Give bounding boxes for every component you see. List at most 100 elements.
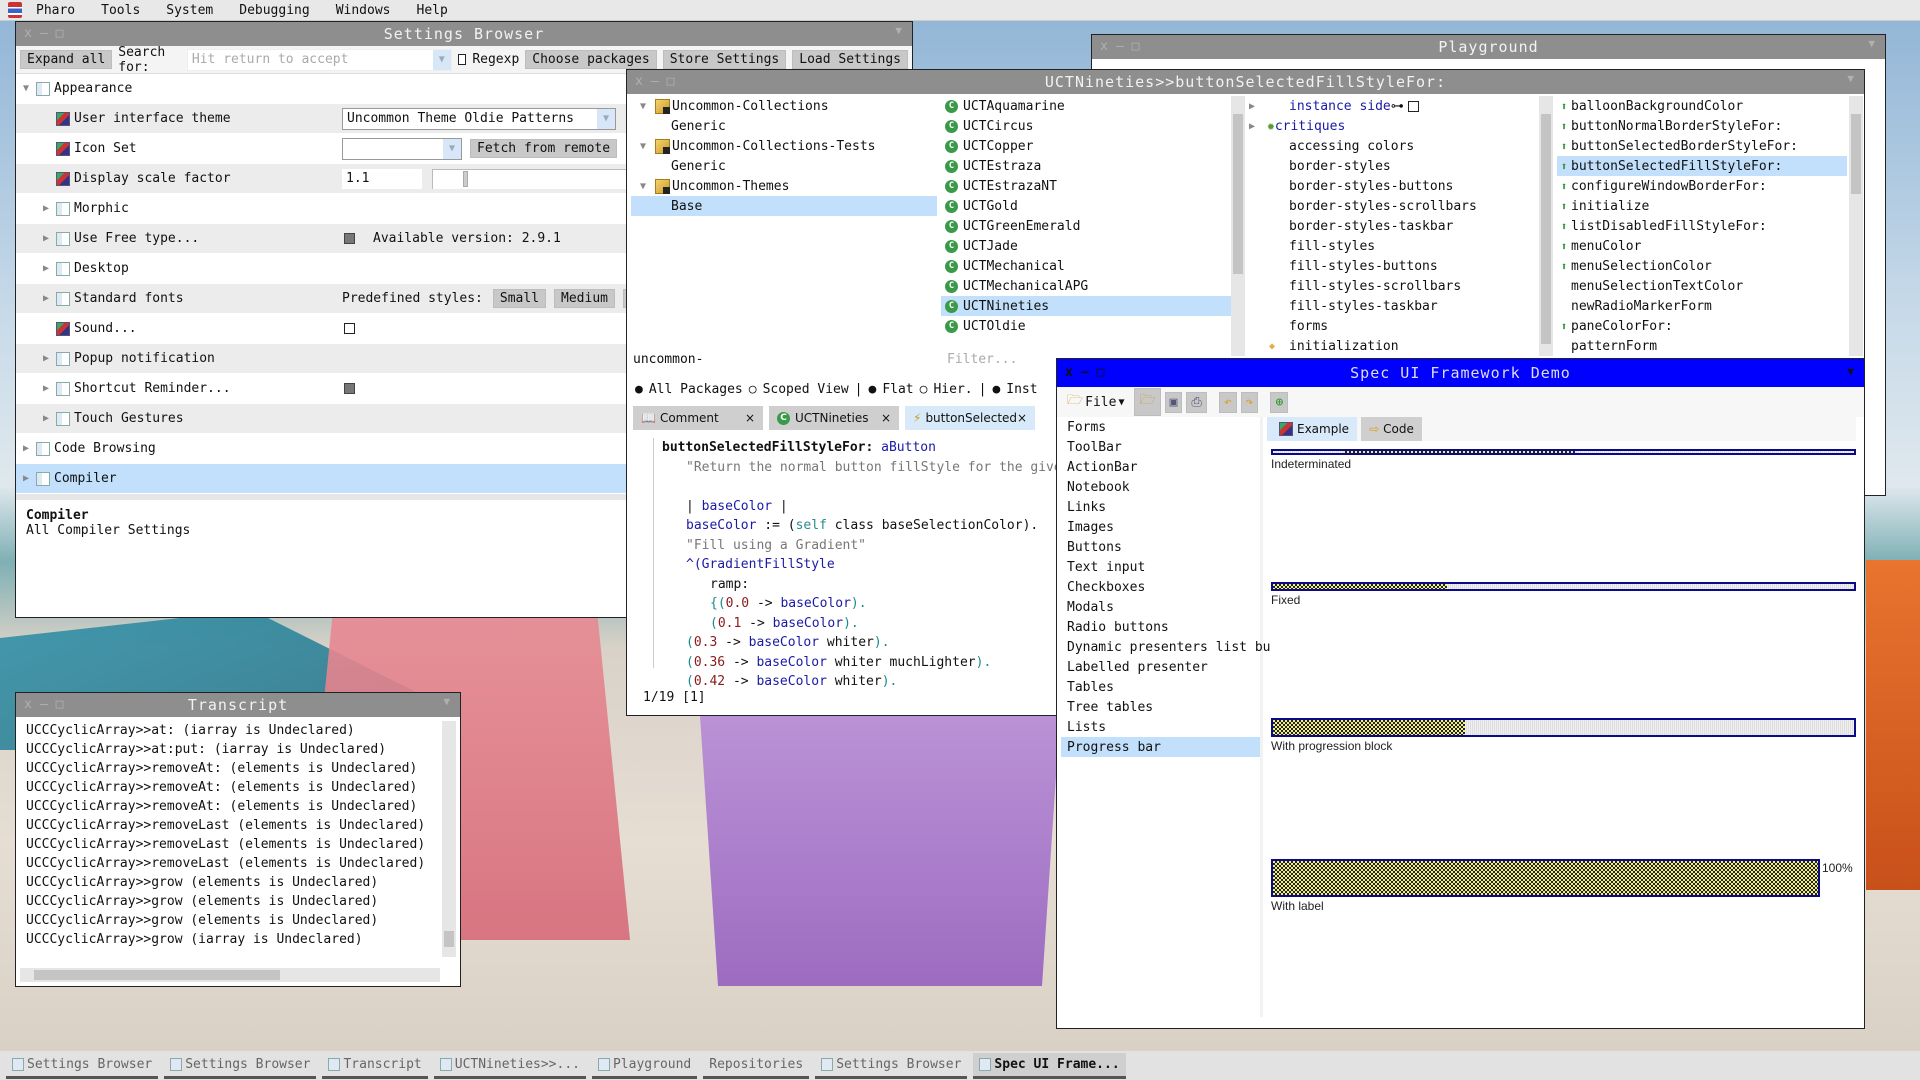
taskbar-item[interactable]: Playground [591,1053,698,1079]
transcript-hscrollbar[interactable] [20,968,440,982]
package-filter-input[interactable]: uncommon- [633,352,703,367]
close-icon[interactable]: x [24,697,32,712]
protocol-item[interactable]: border-styles-scrollbars [1249,196,1539,216]
class-item[interactable]: C UCTOldie [941,316,1241,336]
protocol-item[interactable]: ▶ ✹ critiques [1249,116,1539,136]
collapsed-triangle-icon[interactable]: ▶ [40,203,52,214]
window-menu-icon[interactable]: ▼ [1847,365,1854,378]
radio-hier[interactable]: ○ [920,382,928,397]
sound-checkbox[interactable] [344,323,355,334]
protocol-item[interactable]: accessing colors [1249,136,1539,156]
taskbar-item[interactable]: UCTNineties>>... [433,1053,586,1079]
minimize-icon[interactable]: – [1081,365,1089,380]
protocol-item[interactable]: forms [1249,316,1539,336]
spec-page-item[interactable]: Modals [1061,597,1260,617]
tab-code[interactable]: ⇨ Code [1361,417,1422,441]
window-menu-icon[interactable]: ▼ [1868,37,1875,50]
fetch-from-remote-button[interactable]: Fetch from remote [470,139,618,158]
menu-pharo[interactable]: Pharo [28,3,93,18]
maximize-icon[interactable]: □ [56,26,64,41]
window-menu-icon[interactable]: ▼ [895,24,902,37]
spec-page-item[interactable]: Tree tables [1061,697,1260,717]
class-item[interactable]: C UCTCopper [941,136,1241,156]
shortcut-reminder-checkbox[interactable] [344,383,355,394]
chevron-down-icon[interactable]: ▼ [443,138,461,159]
protocol-item[interactable]: border-styles-taskbar [1249,216,1539,236]
load-settings-button[interactable]: Load Settings [792,50,909,69]
package-tag-item[interactable]: Generic [631,156,937,176]
taskbar-item[interactable]: Settings Browser [6,1053,159,1079]
spec-page-item[interactable]: Labelled presenter [1061,657,1260,677]
taskbar-item[interactable]: Settings Browser [164,1053,317,1079]
window-menu-icon[interactable]: ▼ [1847,72,1854,85]
minimize-icon[interactable]: – [40,26,48,41]
protocol-item[interactable]: fill-styles-taskbar [1249,296,1539,316]
spec-page-item[interactable]: Checkboxes [1061,577,1260,597]
class-item[interactable]: C UCTGreenEmerald [941,216,1241,236]
protocol-item[interactable]: fill-styles-scrollbars [1249,276,1539,296]
pharo-logo-icon[interactable] [8,2,22,18]
menu-windows[interactable]: Windows [328,3,409,18]
spec-page-item[interactable]: Notebook [1061,477,1260,497]
tab-example[interactable]: Example [1267,417,1358,441]
maximize-icon[interactable]: □ [1132,39,1140,54]
close-icon[interactable]: x [1065,365,1073,380]
store-settings-button[interactable]: Store Settings [662,50,787,69]
radio-all-packages[interactable]: ● [635,382,643,397]
maximize-icon[interactable]: □ [667,74,675,89]
close-icon[interactable]: x [1100,39,1108,54]
undo-icon[interactable]: ↶ [1218,391,1237,413]
scale-factor-input[interactable]: 1.1 [342,168,422,189]
method-item[interactable]: ⬆ buttonSelectedFillStyleFor: [1557,156,1847,176]
menu-debugging[interactable]: Debugging [231,3,327,18]
package-tag-item[interactable]: Generic [631,116,937,136]
method-item[interactable]: patternForm [1557,336,1847,356]
class-item[interactable]: C UCTAquamarine [941,96,1241,116]
taskbar-item[interactable]: Settings Browser [815,1053,968,1079]
class-list-scrollbar[interactable] [1231,96,1245,356]
method-item[interactable]: ⬆ listDisabledFillStyleFor: [1557,216,1847,236]
playground-titlebar[interactable]: x – □ Playground ▼ [1092,35,1885,59]
file-menu-button[interactable]: 🗁 File ▼ [1067,391,1124,413]
open-icon[interactable]: 🗁 [1134,388,1161,416]
method-item[interactable]: ⬆ paneColorFor: [1557,316,1847,336]
search-input[interactable]: Hit return to accept ▼ [186,48,452,71]
menu-system[interactable]: System [158,3,231,18]
package-item[interactable]: ▼ Uncommon-Collections [631,96,937,116]
class-item[interactable]: C UCTNineties [941,296,1241,316]
regexp-checkbox[interactable] [457,54,467,65]
spec-demo-titlebar[interactable]: x – □ Spec UI Framework Demo ▼ [1057,359,1864,387]
method-list-scrollbar[interactable] [1849,96,1863,356]
transcript-text[interactable]: UCCCyclicArray>>at: (iarray is Undeclare… [16,717,460,953]
spec-page-item[interactable]: ToolBar [1061,437,1260,457]
hierarchy-icon[interactable]: ⊶ [1391,99,1404,114]
spec-page-item[interactable]: Images [1061,517,1260,537]
maximize-icon[interactable]: □ [1097,365,1105,380]
method-item[interactable]: ⬆ balloonBackgroundColor [1557,96,1847,116]
add-icon[interactable]: ⊕ [1270,391,1289,413]
spec-page-item[interactable]: ActionBar [1061,457,1260,477]
choose-packages-button[interactable]: Choose packages [525,50,657,69]
close-icon[interactable]: x [635,74,643,89]
chevron-down-icon[interactable]: ▼ [597,108,615,129]
minimize-icon[interactable]: – [40,697,48,712]
radio-inst[interactable]: ● [992,382,1000,397]
class-item[interactable]: C UCTJade [941,236,1241,256]
protocol-item[interactable]: fill-styles-buttons [1249,256,1539,276]
settings-browser-titlebar[interactable]: x – □ Settings Browser ▼ [16,22,912,46]
system-browser-titlebar[interactable]: x – □ UCTNineties>>buttonSelectedFillStyle… [627,70,1864,94]
close-tab-icon[interactable]: × [745,411,755,425]
protocol-item[interactable]: ◆ initialization [1249,336,1539,356]
method-item[interactable]: ⬆ initialize [1557,196,1847,216]
redo-icon[interactable]: ↷ [1240,391,1259,413]
minimize-icon[interactable]: – [1116,39,1124,54]
class-item[interactable]: C UCTMechanical [941,256,1241,276]
font-medium-button[interactable]: Medium [554,289,615,308]
close-icon[interactable]: x [24,26,32,41]
class-item[interactable]: C UCTMechanicalAPG [941,276,1241,296]
icon-set-dropdown[interactable]: ▼ [342,137,462,160]
spec-page-item[interactable]: Links [1061,497,1260,517]
tab-class[interactable]: C UCTNineties × [769,406,899,430]
collapsed-triangle-icon[interactable]: ▶ [40,383,52,394]
method-item[interactable]: menuSelectionTextColor [1557,276,1847,296]
